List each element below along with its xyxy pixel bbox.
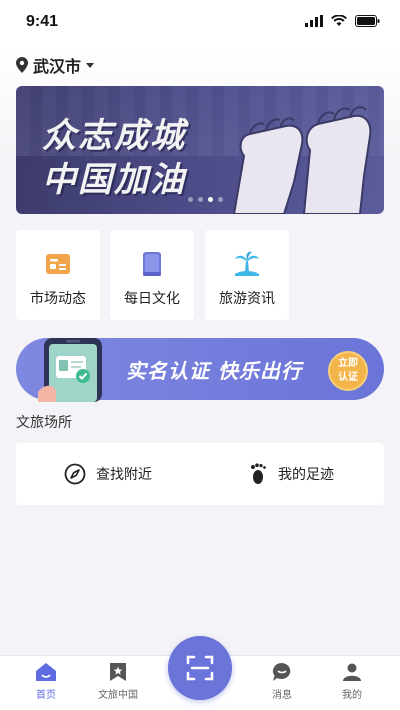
verify-now-button[interactable]: 立即 认证	[328, 351, 368, 391]
compass-icon	[64, 463, 86, 485]
carousel-dot[interactable]	[218, 197, 223, 202]
tab-label: 我的	[342, 690, 362, 701]
banner-headline-2: 中国加油	[42, 160, 186, 200]
carousel-dot-active[interactable]	[208, 197, 213, 202]
real-name-verification-banner[interactable]: 实名认证 快乐出行 立即 认证	[16, 338, 384, 402]
carousel-dot[interactable]	[198, 197, 203, 202]
battery-icon	[355, 15, 380, 27]
status-icons	[305, 15, 380, 27]
scan-icon	[186, 655, 214, 681]
quick-link-market-news[interactable]: 市场动态	[16, 230, 100, 320]
caret-down-icon	[86, 62, 95, 68]
find-nearby-button[interactable]: 查找附近	[64, 443, 152, 505]
carousel-dots	[188, 197, 223, 202]
verify-now-line1: 立即	[338, 358, 358, 369]
palm-beach-icon	[235, 251, 259, 276]
location-city: 武汉市	[33, 57, 82, 76]
tab-culture-travel-china[interactable]: 文旅中国	[88, 662, 148, 708]
status-bar: 9:41	[0, 0, 400, 46]
quick-link-label: 旅游资讯	[219, 291, 275, 307]
banner-headline-1: 众志成城	[42, 116, 186, 156]
wifi-icon	[331, 15, 347, 26]
tab-me[interactable]: 我的	[322, 662, 382, 708]
status-time: 9:41	[26, 13, 59, 30]
quick-link-travel-info[interactable]: 旅游资讯	[205, 230, 289, 320]
user-icon	[343, 663, 361, 681]
phone-id-card-illustration	[38, 338, 102, 402]
tab-label: 文旅中国	[98, 690, 138, 701]
banner-carousel[interactable]: 众志成城 中国加油	[16, 86, 384, 214]
section-title-venues: 文旅场所	[16, 415, 72, 431]
book-icon	[143, 252, 161, 276]
bookmark-star-icon	[110, 663, 126, 681]
verify-now-line2: 认证	[338, 372, 358, 383]
promo-text: 实名认证 快乐出行	[126, 359, 302, 383]
news-icon	[46, 254, 70, 274]
my-footprints-label: 我的足迹	[278, 467, 334, 483]
tab-label: 消息	[272, 690, 292, 701]
tab-messages[interactable]: 消息	[252, 662, 312, 708]
location-selector[interactable]: 武汉市	[16, 54, 95, 76]
tab-label: 首页	[36, 690, 56, 701]
tab-home[interactable]: 首页	[16, 662, 76, 708]
location-pin-icon	[16, 57, 28, 73]
quick-link-label: 每日文化	[124, 291, 180, 307]
venues-card: 查找附近 我的足迹	[16, 443, 384, 505]
chat-icon	[272, 662, 291, 681]
find-nearby-label: 查找附近	[96, 467, 152, 483]
raised-fists-illustration	[232, 106, 372, 214]
signal-icon	[305, 15, 323, 27]
home-icon	[36, 663, 56, 681]
carousel-dot[interactable]	[188, 197, 193, 202]
scan-button[interactable]	[168, 636, 232, 700]
quick-link-label: 市场动态	[30, 291, 86, 307]
quick-link-daily-culture[interactable]: 每日文化	[110, 230, 194, 320]
my-footprints-button[interactable]: 我的足迹	[250, 443, 334, 505]
footprint-icon	[251, 463, 266, 484]
